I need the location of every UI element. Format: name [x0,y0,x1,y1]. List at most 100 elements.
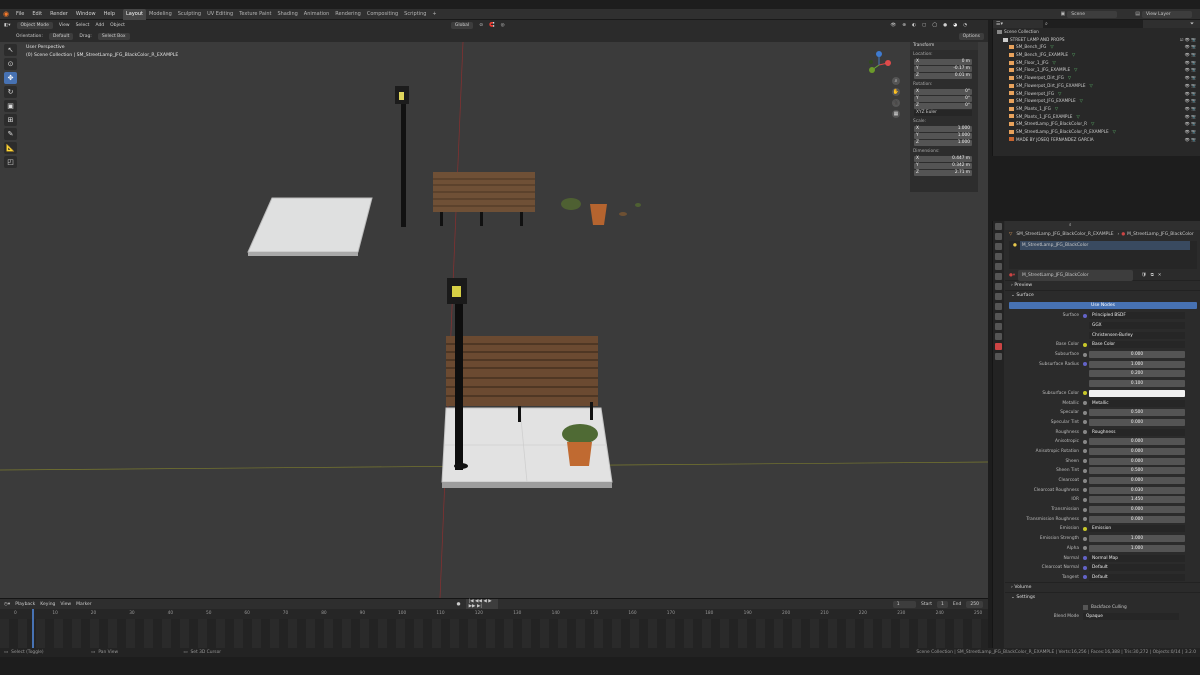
location-y-field[interactable]: Y -0.17 m [914,66,972,72]
view-layer-field[interactable]: View Layer [1142,10,1192,18]
data-tab-icon[interactable] [995,333,1002,340]
tab-compositing[interactable]: Compositing [364,9,401,20]
duplicate-material-icon[interactable]: ⧉ [1151,271,1154,280]
orientation-select[interactable]: Default [48,33,74,40]
shading-solid-icon[interactable]: ● [943,23,947,28]
property-value-field[interactable]: 0.000 [1089,418,1185,426]
particles-tab-icon[interactable] [995,303,1002,310]
property-value-field[interactable]: Emission [1089,525,1185,533]
scale-z-field[interactable]: Z 1.000 [914,140,972,146]
visibility-icon[interactable]: ☑ 👁 📷 [1180,36,1196,44]
menu-edit[interactable]: Edit [28,9,46,20]
navigation-gizmo[interactable] [864,50,894,80]
keying-menu[interactable]: Keying [40,602,55,607]
property-value-field[interactable]: GGX [1089,322,1185,330]
scene-tab-icon[interactable] [995,263,1002,270]
socket-icon[interactable] [1083,420,1087,425]
property-value-field[interactable]: Default [1089,573,1185,581]
property-value-field[interactable]: 1.000 [1089,544,1185,552]
outliner-footer-item[interactable]: MADE BY JOSEQ FERNANDEZ GARCIA 👁 📷 [993,136,1200,144]
outliner-item[interactable]: SM_Floor_1_JFG ▽ 👁 📷 [993,59,1200,67]
property-value-field[interactable]: 1.450 [1089,496,1185,504]
outliner-item[interactable]: SM_Bench_JFG_EXAMPLE ▽ 👁 📷 [993,51,1200,59]
mode-select[interactable]: Object Mode [16,22,53,29]
socket-icon[interactable] [1083,536,1087,541]
visibility-icon[interactable]: 👁 📷 [1185,90,1196,98]
mesh-data-icon[interactable]: ▽ [1113,128,1116,136]
property-value-field[interactable]: 0.000 [1089,457,1185,465]
zoom-icon[interactable]: ⌕ [892,77,900,85]
ortho-grid-icon[interactable]: ▦ [892,110,900,118]
camera-view-icon[interactable]: 🎥 [892,99,900,107]
end-frame-field[interactable]: 250 [966,600,983,608]
add-workspace-icon[interactable]: + [429,9,439,20]
drag-select[interactable]: Select Box [97,33,130,40]
mesh-data-icon[interactable]: ▽ [1074,66,1077,74]
rotation-x-field[interactable]: X 0° [914,89,972,95]
physics-tab-icon[interactable] [995,313,1002,320]
snap-icon[interactable]: 🧲 [489,23,495,28]
visibility-icon[interactable]: 👁 📷 [1185,105,1196,113]
socket-icon[interactable] [1083,362,1087,367]
move-tool-icon[interactable]: ✥ [4,72,17,84]
mesh-data-icon[interactable]: ▽ [1080,97,1083,105]
property-value-field[interactable]: Metallic [1089,399,1185,407]
transform-orientation[interactable]: Global [450,22,474,29]
volume-panel[interactable]: › Volume [1005,582,1200,592]
mesh-data-icon[interactable]: ▽ [1072,51,1075,59]
frame-ruler[interactable]: 0 10 20 30 40 50 60 70 80 90 100 110 120 130 140 150 160… [0,611,988,619]
outliner-item[interactable]: SM_Plants_1_JFG_EXAMPLE ▽ 👁 📷 [993,113,1200,121]
outliner-item[interactable]: SM_Flowerpot_JFG ▽ 👁 📷 [993,90,1200,98]
constraints-tab-icon[interactable] [995,323,1002,330]
tab-rendering[interactable]: Rendering [332,9,364,20]
shading-material-icon[interactable]: ◕ [953,23,957,28]
outliner-editor-icon[interactable]: ☰▾ [996,20,1003,28]
outliner-item[interactable]: SM_Bench_JFG ▽ 👁 📷 [993,43,1200,51]
property-value-field[interactable]: Principled BSDF [1089,312,1185,320]
socket-icon[interactable] [1083,497,1087,502]
pan-hand-icon[interactable]: ✋ [892,88,900,96]
visibility-icon[interactable]: 👁 📷 [1185,82,1196,90]
property-value-field[interactable]: 0.030 [1089,486,1185,494]
visibility-icon[interactable]: 👁 📷 [1185,59,1196,67]
rotate-tool-icon[interactable]: ↻ [4,86,17,98]
outliner-item[interactable]: SM_Flowerpot_Dirt_JFG ▽ 👁 📷 [993,74,1200,82]
view-layer-tab-icon[interactable] [995,253,1002,260]
property-value-field[interactable]: Roughness [1089,428,1185,436]
property-value-field[interactable]: 0.000 [1089,438,1185,446]
outliner-item[interactable]: SM_StreetLamp_JFG_BlackColor_R ▽ 👁 📷 [993,120,1200,128]
property-value-field[interactable]: 1.000 [1089,360,1185,368]
scene-render[interactable] [0,42,988,598]
select-tool-icon[interactable]: ↖ [4,44,17,56]
rotation-mode-select[interactable]: XYZ Euler [914,110,972,116]
pivot-icon[interactable]: ⊙ [479,23,483,28]
scene-field[interactable]: Scene [1067,10,1118,18]
modifier-tab-icon[interactable] [995,293,1002,300]
tab-layout[interactable]: Layout [123,8,146,20]
scale-x-field[interactable]: X 1.000 [914,126,972,132]
tab-scripting[interactable]: Scripting [401,9,429,20]
socket-icon[interactable] [1083,401,1087,406]
socket-icon[interactable] [1083,575,1087,580]
menu-window[interactable]: Window [72,9,100,20]
object-menu[interactable]: Object [110,23,125,28]
location-z-field[interactable]: Z 0.01 m [914,73,972,79]
dimensions-y-field[interactable]: Y 0.342 m [914,163,972,169]
socket-icon[interactable] [1083,342,1087,347]
transform-tool-icon[interactable]: ⊞ [4,114,17,126]
property-value-field[interactable]: 0.000 [1089,351,1185,359]
playback-controls[interactable]: |◀ ◀◀ ◀ ▶ ▶▶ ▶| [465,599,498,609]
socket-icon[interactable] [1083,459,1087,464]
visibility-icon[interactable]: 👁 📷 [1185,128,1196,136]
socket-icon[interactable] [1083,517,1087,522]
visibility-icon[interactable]: 👁 📷 [1185,43,1196,51]
mesh-data-icon[interactable]: ▽ [1076,113,1079,121]
mesh-data-icon[interactable]: ▽ [1055,105,1058,113]
property-value-field[interactable]: 0.000 [1089,515,1185,523]
3d-viewport[interactable]: User Perspective (0) Scene Collection | … [0,42,988,598]
menu-file[interactable]: File [12,9,28,20]
settings-panel[interactable]: ⌄ Settings [1005,592,1200,602]
object-tab-icon[interactable] [995,283,1002,290]
property-value-field[interactable]: 0.500 [1089,467,1185,475]
current-frame-field[interactable]: 1 [892,600,916,608]
